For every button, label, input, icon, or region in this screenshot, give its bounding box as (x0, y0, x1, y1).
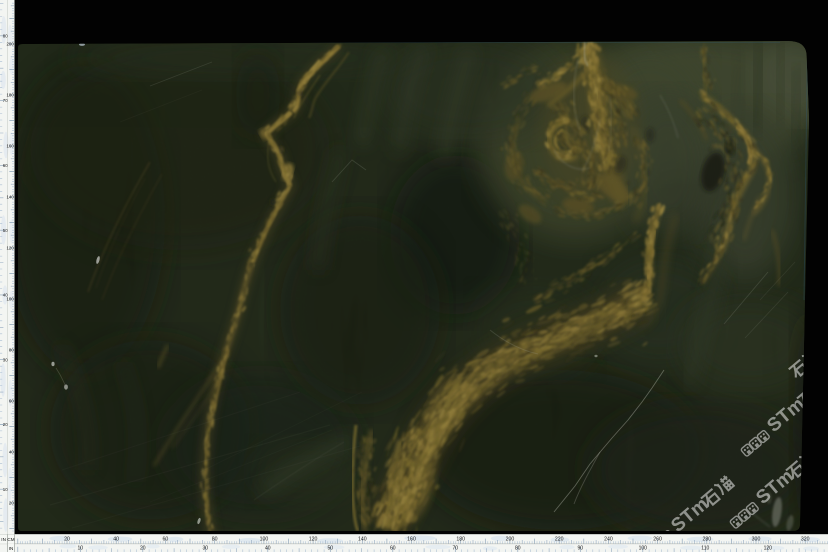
svg-text:160: 160 (6, 144, 14, 149)
svg-text:140: 140 (358, 537, 367, 543)
svg-text:140: 140 (6, 195, 14, 200)
svg-text:240: 240 (604, 537, 613, 543)
svg-text:20: 20 (140, 546, 146, 552)
svg-text:220: 220 (555, 537, 564, 543)
svg-text:10: 10 (78, 546, 84, 552)
svg-text:160: 160 (407, 537, 416, 543)
svg-text:120: 120 (764, 546, 773, 552)
svg-text:IN: IN (9, 546, 14, 551)
svg-text:60: 60 (9, 399, 14, 404)
svg-text:180: 180 (456, 537, 465, 543)
svg-text:260: 260 (653, 537, 662, 543)
svg-text:110: 110 (701, 546, 709, 552)
svg-text:120: 120 (309, 537, 318, 543)
svg-text:60: 60 (163, 537, 169, 543)
svg-text:200: 200 (6, 42, 14, 47)
svg-text:40: 40 (9, 450, 14, 455)
svg-text:80: 80 (515, 546, 521, 552)
svg-text:50: 50 (3, 228, 8, 233)
svg-text:70: 70 (453, 546, 459, 552)
svg-text:IN: IN (1, 537, 6, 542)
svg-text:20: 20 (64, 537, 70, 543)
svg-text:40: 40 (3, 293, 8, 298)
svg-text:80: 80 (9, 348, 14, 353)
svg-text:30: 30 (203, 546, 209, 552)
svg-text:20: 20 (9, 501, 14, 506)
svg-text:40: 40 (113, 537, 119, 543)
svg-text:40: 40 (265, 546, 271, 552)
svg-text:CM: CM (7, 537, 14, 542)
svg-text:60: 60 (3, 163, 8, 168)
svg-text:300: 300 (752, 537, 761, 543)
svg-text:50: 50 (328, 546, 334, 552)
svg-text:200: 200 (506, 537, 515, 543)
svg-text:320: 320 (801, 537, 810, 543)
svg-text:100: 100 (639, 546, 648, 552)
svg-text:10: 10 (3, 487, 8, 492)
svg-text:280: 280 (702, 537, 711, 543)
svg-text:70: 70 (3, 98, 8, 103)
svg-text:30: 30 (3, 357, 8, 362)
svg-text:20: 20 (3, 422, 8, 427)
svg-text:90: 90 (578, 546, 584, 552)
svg-text:180: 180 (6, 93, 14, 98)
svg-text:120: 120 (6, 246, 14, 251)
svg-text:60: 60 (390, 546, 396, 552)
svg-text:80: 80 (3, 33, 8, 38)
svg-text:80: 80 (212, 537, 218, 543)
svg-text:100: 100 (260, 537, 269, 543)
